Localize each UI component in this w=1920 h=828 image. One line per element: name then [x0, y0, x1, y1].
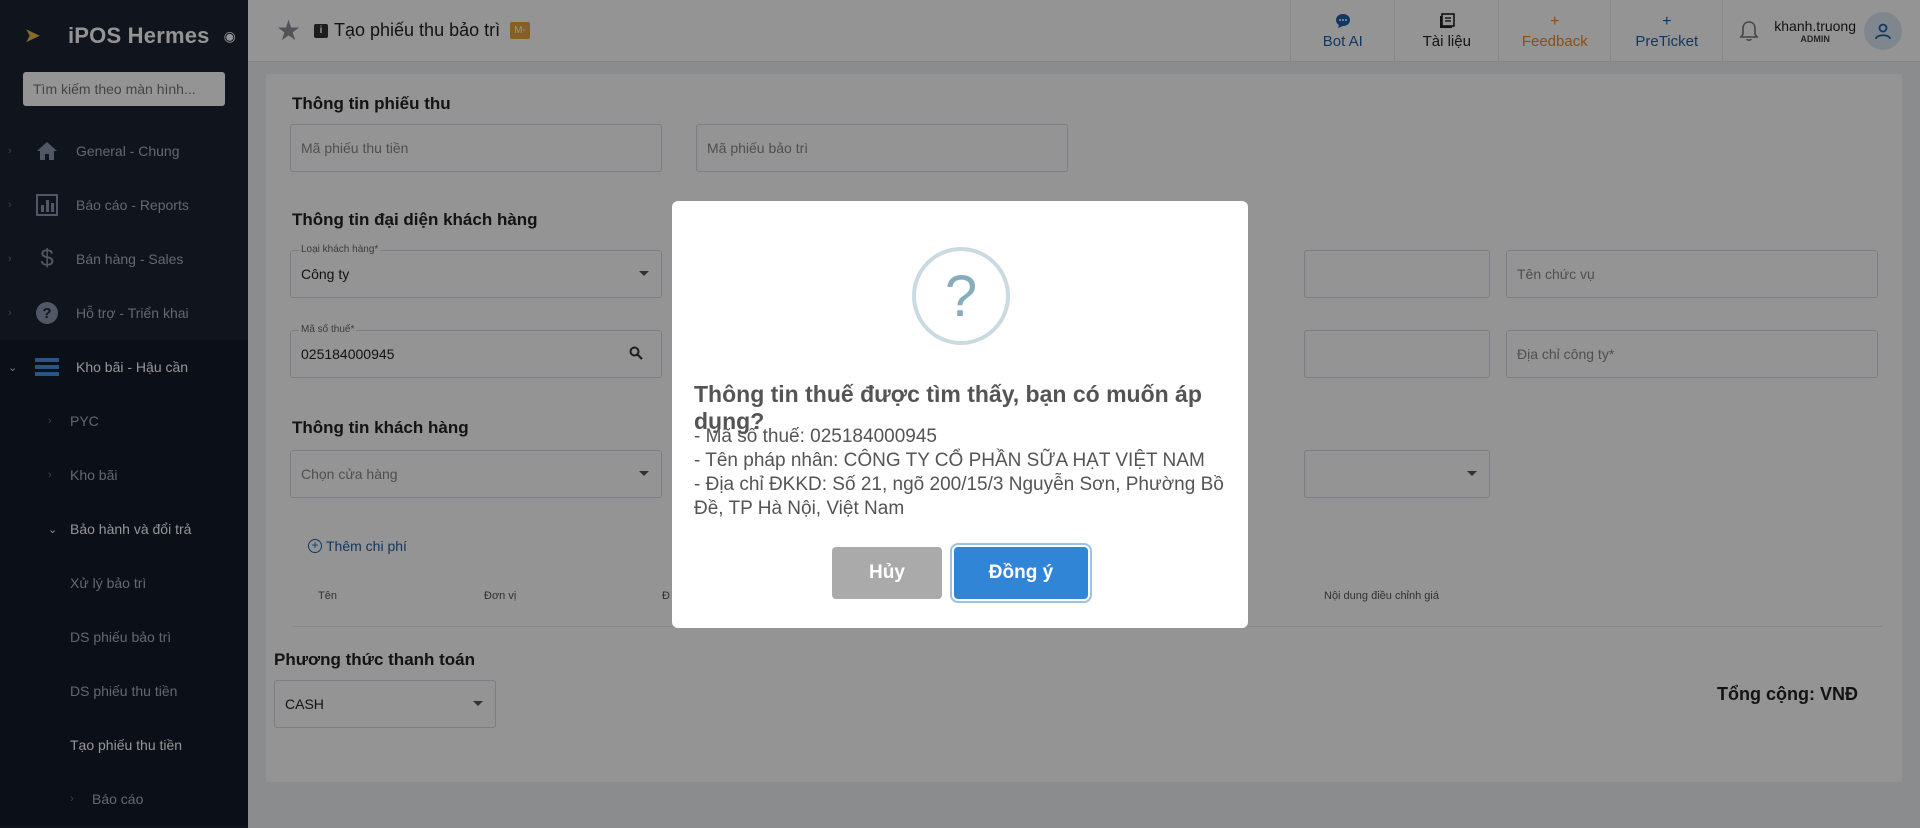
dialog-tax-code: - Mã số thuế: 025184000945 [694, 426, 937, 447]
tax-confirm-dialog: ? Thông tin thuế được tìm thấy, bạn có m… [672, 201, 1248, 628]
dialog-legal-name: - Tên pháp nhân: CÔNG TY CỔ PHẦN SỮA HẠT… [694, 450, 1205, 471]
cancel-button[interactable]: Hủy [832, 547, 942, 599]
confirm-button[interactable]: Đồng ý [954, 547, 1088, 599]
dialog-address: - Địa chỉ ĐKKD: Số 21, ngõ 200/15/3 Nguy… [694, 474, 1224, 519]
dialog-actions: Hủy Đồng ý [672, 547, 1248, 599]
dialog-content: - Mã số thuế: 025184000945 - Tên pháp nh… [694, 425, 1224, 521]
question-icon: ? [912, 247, 1010, 345]
